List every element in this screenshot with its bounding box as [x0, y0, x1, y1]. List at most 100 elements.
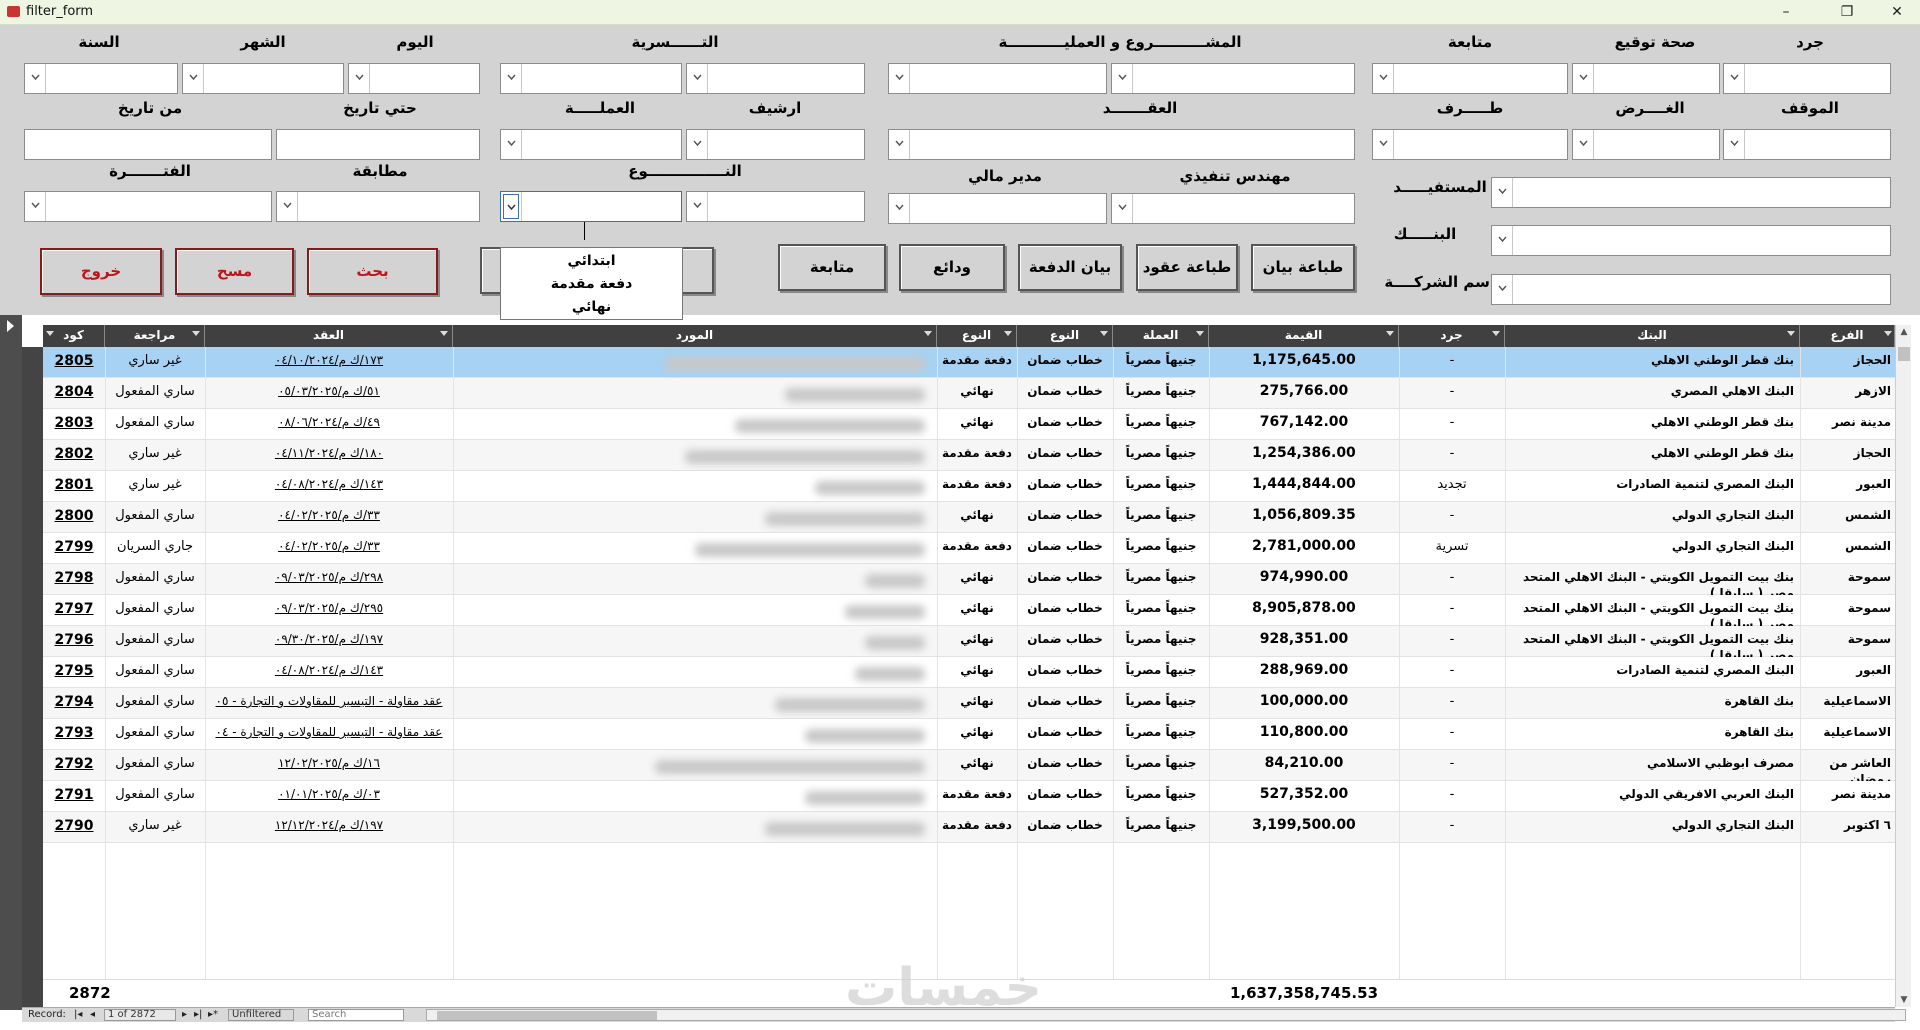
- type2-cell[interactable]: نهائي: [937, 378, 1017, 409]
- header-type[interactable]: النوع: [1017, 325, 1113, 347]
- payment-statement-button[interactable]: بيان الدفعة: [1018, 244, 1122, 291]
- type-option[interactable]: نهائي: [501, 296, 682, 319]
- value-cell[interactable]: 3,199,500.00: [1209, 812, 1399, 843]
- filter-arrow-icon[interactable]: [1004, 331, 1012, 336]
- filter-arrow-icon[interactable]: [440, 331, 448, 336]
- bank-combo[interactable]: [1491, 225, 1891, 256]
- table-row[interactable]: 2799 جاري السريان ٣٣/ك م/٠٤/٠٢/٢٠٢٥ دفعة مق…: [43, 533, 1895, 564]
- table-row[interactable]: 2797 ساري المفعول ٢٩٥/ك م/٠٩/٠٣/٢٠٢٥ نهائي خ…: [43, 595, 1895, 626]
- contract-cell[interactable]: ١٩٧/ك م/١٢/١٢/٢٠٢٤: [205, 812, 453, 843]
- header-currency[interactable]: العملة: [1113, 325, 1209, 347]
- bank-cell[interactable]: بنك بيت التمويل الكويتي - البنك الاهلي ا…: [1505, 626, 1800, 657]
- supplier-cell[interactable]: [453, 347, 937, 378]
- code-cell[interactable]: 2798: [43, 564, 105, 595]
- code-cell[interactable]: 2801: [43, 471, 105, 502]
- bank-cell[interactable]: البنك الاهلي المصري: [1505, 378, 1800, 409]
- type2-cell[interactable]: نهائي: [937, 626, 1017, 657]
- currency-cell[interactable]: جنيهاً مصرياً: [1113, 781, 1209, 812]
- branch-cell[interactable]: العبور: [1800, 657, 1895, 688]
- type2-cell[interactable]: دفعة مقدمة: [937, 347, 1017, 378]
- table-row[interactable]: 2798 ساري المفعول ٢٩٨/ك م/٠٩/٠٣/٢٠٢٥ نهائي خ…: [43, 564, 1895, 595]
- type-cell[interactable]: خطاب ضمان: [1017, 564, 1113, 595]
- table-row[interactable]: 2800 ساري المفعول ٣٣/ك م/٠٤/٠٢/٢٠٢٥ نهائي خط…: [43, 502, 1895, 533]
- code-cell[interactable]: 2790: [43, 812, 105, 843]
- branch-cell[interactable]: الاسماعيلية: [1800, 719, 1895, 750]
- row-selector-column[interactable]: [22, 347, 43, 1007]
- type-cell[interactable]: خطاب ضمان: [1017, 812, 1113, 843]
- type2-cell[interactable]: دفعة مقدمة: [937, 781, 1017, 812]
- currency-cell[interactable]: جنيهاً مصرياً: [1113, 564, 1209, 595]
- type-cell[interactable]: خطاب ضمان: [1017, 440, 1113, 471]
- header-code[interactable]: كود: [43, 325, 105, 347]
- table-row[interactable]: 2805 غير ساري ١٧٣/ك م/٠٤/١٠/٢٠٢٤ دفعة مقدمة…: [43, 347, 1895, 378]
- jard-cell[interactable]: -: [1399, 409, 1505, 440]
- branch-cell[interactable]: الازهر: [1800, 378, 1895, 409]
- supplier-cell[interactable]: [453, 719, 937, 750]
- branch-cell[interactable]: العاشر من رمضان: [1800, 750, 1895, 781]
- value-cell[interactable]: 527,352.00: [1209, 781, 1399, 812]
- gharad-combo[interactable]: [1572, 129, 1720, 160]
- search-button[interactable]: بحث: [307, 248, 438, 295]
- minimize-button[interactable]: –: [1763, 0, 1809, 25]
- header-branch[interactable]: الفرع: [1800, 325, 1895, 347]
- contract-cell[interactable]: ٢٩٥/ك م/٠٩/٠٣/٢٠٢٥: [205, 595, 453, 626]
- filter-arrow-icon[interactable]: [1492, 331, 1500, 336]
- code-cell[interactable]: 2799: [43, 533, 105, 564]
- contract-cell[interactable]: ١٤٣/ك م/٠٤/٠٨/٢٠٢٤: [205, 657, 453, 688]
- table-row[interactable]: 2795 ساري المفعول ١٤٣/ك م/٠٤/٠٨/٢٠٢٤ نهائي خ…: [43, 657, 1895, 688]
- type-cell[interactable]: خطاب ضمان: [1017, 688, 1113, 719]
- bank-cell[interactable]: مصرف ابوظبي الاسلامي: [1505, 750, 1800, 781]
- contract-cell[interactable]: ١٧٣/ك م/٠٤/١٠/٢٠٢٤: [205, 347, 453, 378]
- review-cell[interactable]: ساري المفعول: [105, 409, 205, 440]
- supplier-cell[interactable]: [453, 657, 937, 688]
- jard-cell[interactable]: -: [1399, 564, 1505, 595]
- type-cell[interactable]: خطاب ضمان: [1017, 502, 1113, 533]
- review-cell[interactable]: ساري المفعول: [105, 719, 205, 750]
- contract-cell[interactable]: ١٤٣/ك م/٠٤/٠٨/٢٠٢٤: [205, 471, 453, 502]
- supplier-cell[interactable]: [453, 378, 937, 409]
- type-combo[interactable]: [500, 191, 682, 222]
- type2-cell[interactable]: نهائي: [937, 750, 1017, 781]
- branch-cell[interactable]: ٦ اكتوبر: [1800, 812, 1895, 843]
- jard-cell[interactable]: -: [1399, 781, 1505, 812]
- jard-cell[interactable]: -: [1399, 502, 1505, 533]
- deposits-button[interactable]: ودائع: [899, 244, 1005, 291]
- type2-cell[interactable]: نهائي: [937, 502, 1017, 533]
- value-cell[interactable]: 1,444,844.00: [1209, 471, 1399, 502]
- review-cell[interactable]: ساري المفعول: [105, 688, 205, 719]
- tasrya-combo-1[interactable]: [686, 63, 865, 94]
- contract-cell[interactable]: ٥١/ك م/٠٥/٠٣/٢٠٢٥: [205, 378, 453, 409]
- type-combo-2[interactable]: [686, 191, 865, 222]
- type2-cell[interactable]: نهائي: [937, 657, 1017, 688]
- bank-cell[interactable]: البنك العربي الافريقي الدولي: [1505, 781, 1800, 812]
- branch-cell[interactable]: الحجاز: [1800, 347, 1895, 378]
- type-cell[interactable]: خطاب ضمان: [1017, 595, 1113, 626]
- bank-cell[interactable]: البنك التجاري الدولي: [1505, 502, 1800, 533]
- horizontal-scrollbar[interactable]: [426, 1009, 1906, 1021]
- table-row[interactable]: 2803 ساري المفعول ٤٩/ك م/٠٨/٠٦/٢٠٢٤ نهائي خط…: [43, 409, 1895, 440]
- type2-cell[interactable]: نهائي: [937, 688, 1017, 719]
- code-cell[interactable]: 2804: [43, 378, 105, 409]
- print-contracts-button[interactable]: طباعة عقود: [1136, 244, 1238, 291]
- currency-cell[interactable]: جنيهاً مصرياً: [1113, 595, 1209, 626]
- supplier-cell[interactable]: [453, 812, 937, 843]
- project-combo[interactable]: [888, 63, 1107, 94]
- bank-cell[interactable]: بنك قطر الوطني الاهلي: [1505, 347, 1800, 378]
- aqd-combo[interactable]: [888, 129, 1355, 160]
- follow-up-button[interactable]: متابعة: [778, 244, 886, 291]
- search-box[interactable]: Search: [308, 1009, 404, 1021]
- contract-cell[interactable]: ٣٣/ك م/٠٤/٠٢/٢٠٢٥: [205, 502, 453, 533]
- supplier-cell[interactable]: [453, 688, 937, 719]
- supplier-cell[interactable]: [453, 440, 937, 471]
- type-cell[interactable]: خطاب ضمان: [1017, 657, 1113, 688]
- fin-manager-combo[interactable]: [888, 193, 1107, 224]
- supplier-cell[interactable]: [453, 750, 937, 781]
- branch-cell[interactable]: سموحة: [1800, 564, 1895, 595]
- operation-combo[interactable]: [1111, 63, 1355, 94]
- code-cell[interactable]: 2791: [43, 781, 105, 812]
- branch-cell[interactable]: الشمس: [1800, 533, 1895, 564]
- type-cell[interactable]: خطاب ضمان: [1017, 347, 1113, 378]
- supplier-cell[interactable]: [453, 533, 937, 564]
- bank-cell[interactable]: البنك التجاري الدولي: [1505, 533, 1800, 564]
- code-cell[interactable]: 2805: [43, 347, 105, 378]
